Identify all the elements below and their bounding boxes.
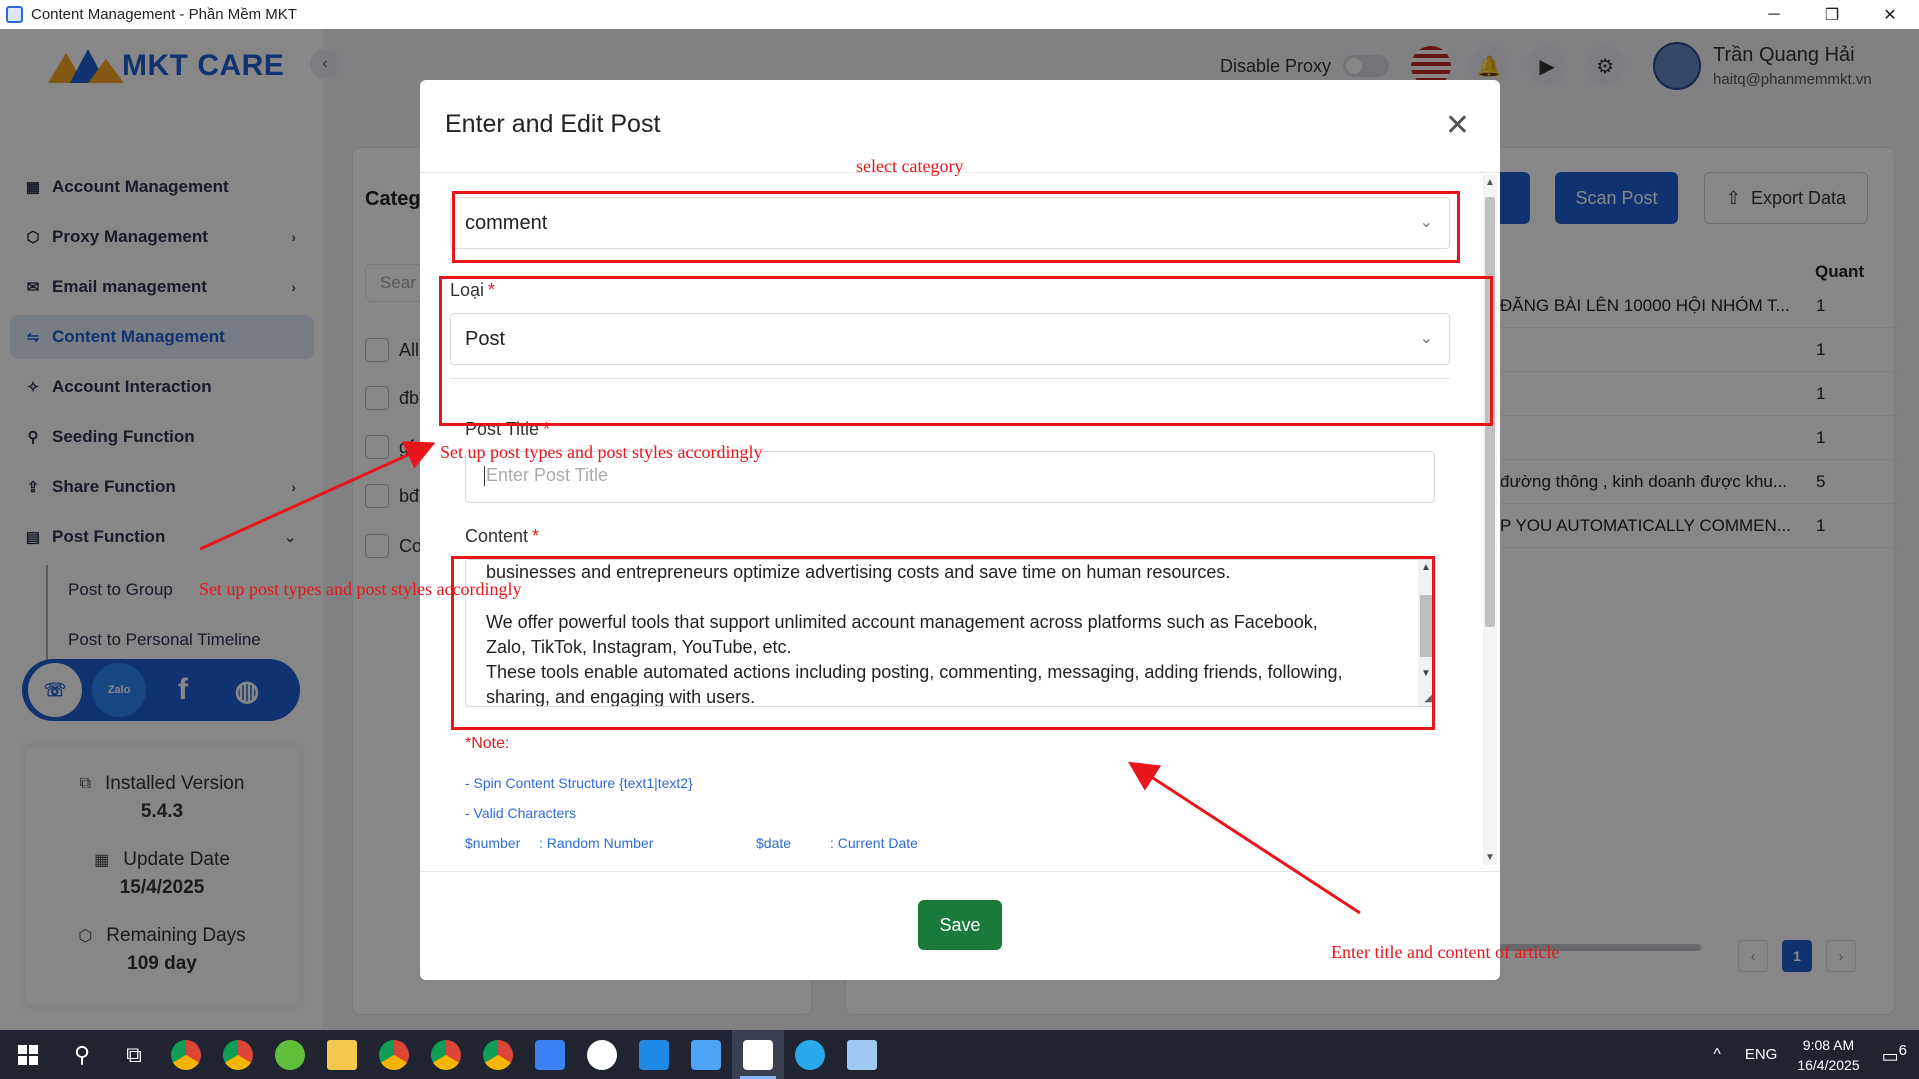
annotation-setup-types-1: Set up post types and post styles accord… (440, 442, 763, 462)
chrome-profile-icon[interactable] (212, 1030, 264, 1079)
clock-date: 16/4/2025 (1797, 1056, 1860, 1073)
search-icon[interactable]: ⚲ (56, 1030, 108, 1079)
var-number-desc: : Random Number (539, 835, 654, 851)
app-mkt-icon[interactable] (680, 1030, 732, 1079)
notepad-icon[interactable] (836, 1030, 888, 1079)
app-icon (6, 6, 23, 23)
file-explorer-icon[interactable] (316, 1030, 368, 1079)
chrome-profile-3-icon[interactable] (420, 1030, 472, 1079)
task-view-icon[interactable]: ⧉ (108, 1030, 160, 1079)
minimize-button[interactable]: ─ (1745, 0, 1803, 29)
note-spin: - Spin Content Structure {text1|text2} (465, 775, 693, 791)
var-date: $date (756, 835, 792, 851)
taskbar: ⚲ ⧉ ^ ENG 9:08 AM 16/4/2025 ▭6 (0, 1030, 1919, 1079)
notification-center-icon[interactable]: ▭6 (1882, 1042, 1907, 1067)
language-indicator[interactable]: ENG (1745, 1046, 1778, 1063)
modal-title: Enter and Edit Post (445, 110, 661, 138)
start-button[interactable] (0, 1030, 56, 1079)
post-title-placeholder: Enter Post Title (486, 465, 609, 485)
window-titlebar: Content Management - Phần Mềm MKT ─ ❐ ✕ (0, 0, 1919, 29)
maximize-button[interactable]: ❐ (1803, 0, 1861, 29)
close-icon[interactable]: ✕ (1445, 108, 1470, 143)
note-valid: - Valid Characters (465, 805, 577, 821)
app-green-icon[interactable] (264, 1030, 316, 1079)
close-window-button[interactable]: ✕ (1861, 0, 1919, 29)
content-label: Content * (465, 526, 539, 547)
app-blue-icon[interactable] (628, 1030, 680, 1079)
chrome-icon[interactable] (160, 1030, 212, 1079)
save-button[interactable]: Save (918, 900, 1002, 950)
required-mark: * (532, 526, 540, 546)
var-number: $number (465, 835, 521, 851)
telegram-icon[interactable] (784, 1030, 836, 1079)
scroll-down-icon[interactable]: ▼ (1483, 852, 1497, 863)
zalo-taskbar-icon[interactable] (576, 1030, 628, 1079)
annotation-setup-types-2: Set up post types and post styles accord… (199, 579, 522, 599)
content-label-text: Content (465, 526, 529, 546)
chrome-profile-2-icon[interactable] (368, 1030, 420, 1079)
scroll-up-icon[interactable]: ▲ (1483, 177, 1497, 188)
var-date-desc: : Current Date (830, 835, 918, 851)
tray-expand-icon[interactable]: ^ (1713, 1046, 1721, 1064)
annotation-enter-title: Enter title and content of article (1331, 942, 1560, 962)
chrome-profile-4-icon[interactable] (472, 1030, 524, 1079)
annotation-select-category: select category (856, 156, 964, 176)
mkt-care-taskbar-icon[interactable] (732, 1030, 784, 1079)
window-title: Content Management - Phần Mềm MKT (31, 6, 297, 23)
clock[interactable]: 9:08 AM 16/4/2025 (1797, 1035, 1859, 1075)
clock-time: 9:08 AM (1802, 1036, 1855, 1053)
system-tray: ^ ENG 9:08 AM 16/4/2025 ▭6 (1713, 1030, 1919, 1079)
annotation-box-category (452, 191, 1460, 263)
annotation-box-content (451, 556, 1435, 730)
notification-count: 6 (1898, 1042, 1907, 1059)
annotation-box-type (439, 276, 1493, 426)
windows-icon (18, 1044, 38, 1065)
remote-desktop-icon[interactable] (524, 1030, 576, 1079)
note-title: *Note: (465, 735, 510, 752)
text-caret (484, 466, 485, 487)
